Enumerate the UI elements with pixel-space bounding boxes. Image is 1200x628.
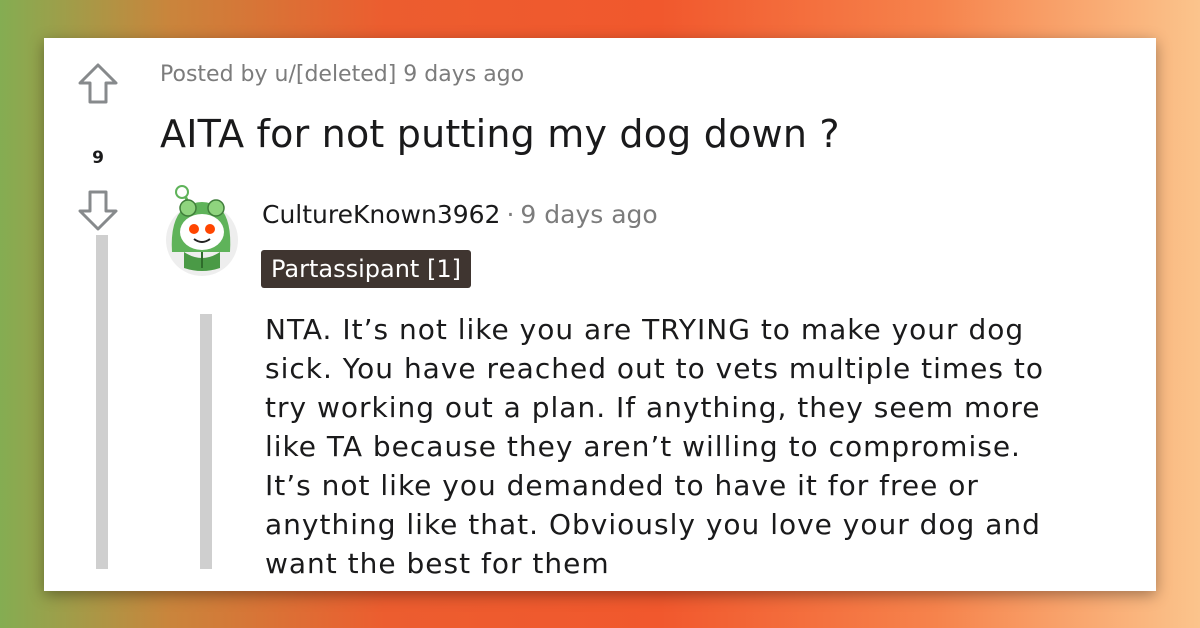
vote-score: 9 (92, 148, 104, 168)
downvote-button[interactable] (76, 188, 120, 232)
meta-separator: · (506, 200, 515, 229)
snoo-frog-avatar-icon (166, 185, 238, 276)
post-title[interactable]: AITA for not putting my dog down ? (160, 112, 840, 156)
comment-author-name[interactable]: CultureKnown3962 (262, 200, 500, 229)
arrow-down-icon (78, 190, 118, 231)
comment-header: CultureKnown3962 · 9 days ago (262, 200, 658, 229)
comment-body: NTA. It’s not like you are TRYING to mak… (265, 313, 1044, 580)
post-card: 9 Posted by u/[deleted] 9 days ago AITA … (44, 38, 1156, 591)
upvote-button[interactable] (76, 62, 120, 106)
post-meta: Posted by u/[deleted] 9 days ago (160, 62, 525, 87)
thread-line[interactable] (96, 235, 108, 569)
user-flair-badge: Partassipant [1] (261, 250, 471, 288)
avatar[interactable] (162, 182, 242, 276)
comment-timestamp[interactable]: 9 days ago (520, 200, 657, 229)
arrow-up-icon (78, 63, 118, 104)
comment-thread-line[interactable] (200, 314, 212, 569)
